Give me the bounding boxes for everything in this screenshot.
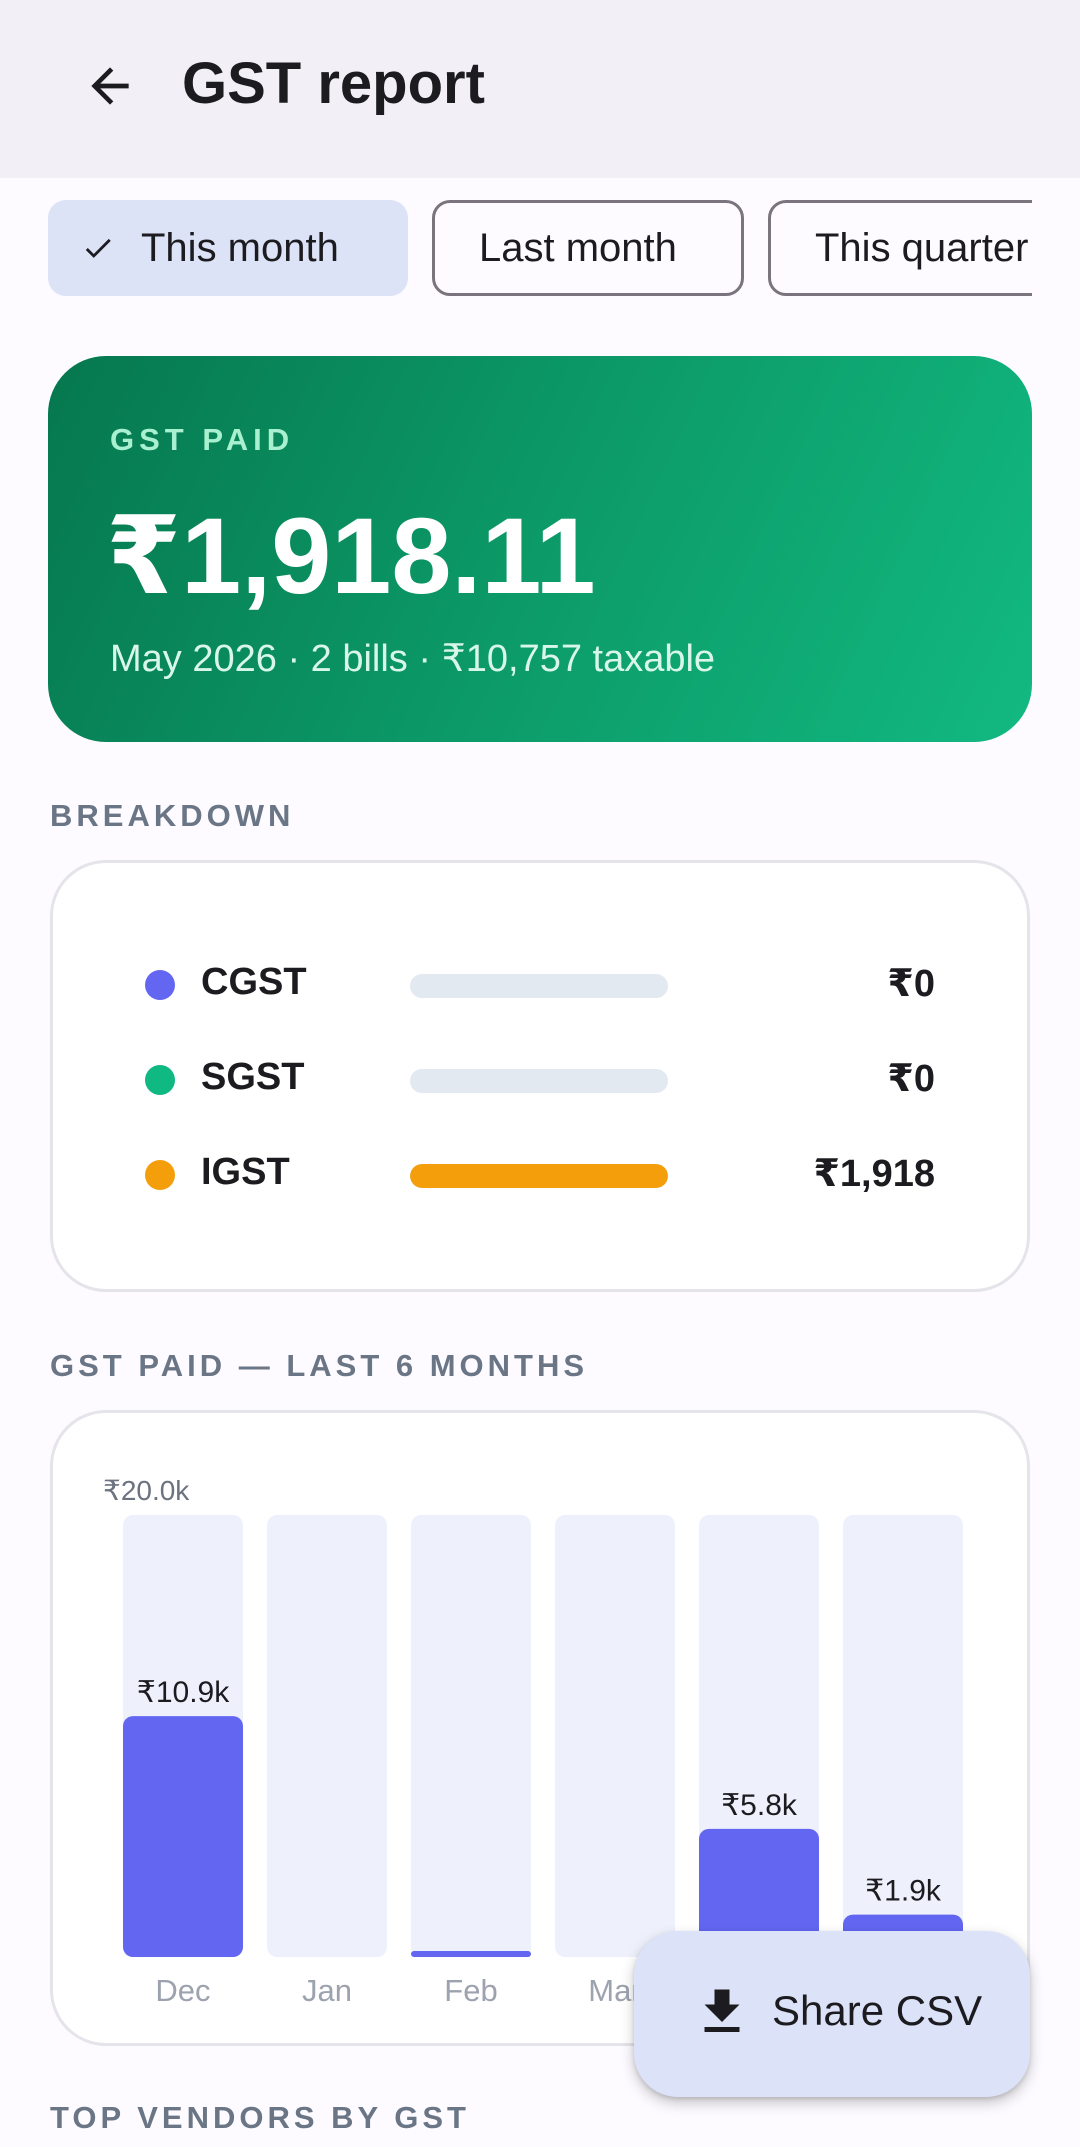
back-button[interactable] xyxy=(62,38,158,134)
bar-feb[interactable] xyxy=(411,1951,531,1957)
download-icon xyxy=(692,1982,752,2047)
app-bar: GST report xyxy=(0,0,1080,178)
breakdown-row-sgst: SGST ₹0 xyxy=(53,1050,1027,1110)
share-csv-button[interactable]: Share CSV xyxy=(634,1931,1030,2097)
top-vendors-section-label: TOP VENDORS BY GST xyxy=(50,2100,470,2135)
breakdown-name: CGST xyxy=(201,961,307,1003)
page-title: GST report xyxy=(182,51,485,116)
gst-paid-card: GST PAID ₹1,918.11 May 2026 · 2 bills · … xyxy=(48,356,1032,742)
y-axis-max-label: ₹20.0k xyxy=(103,1475,190,1506)
check-icon xyxy=(81,231,115,265)
breakdown-bar-track xyxy=(410,1164,668,1188)
breakdown-row-cgst: CGST ₹0 xyxy=(53,955,1027,1015)
breakdown-section-label: BREAKDOWN xyxy=(50,798,295,833)
breakdown-bar-fill xyxy=(410,1164,668,1188)
breakdown-bar-track xyxy=(410,1069,668,1093)
bar-value-label-apr: ₹5.8k xyxy=(721,1789,798,1822)
chart-section-label: GST PAID — LAST 6 MONTHS xyxy=(50,1348,589,1383)
igst-color-dot xyxy=(145,1160,175,1190)
bar-track-mar xyxy=(555,1515,675,1957)
x-tick-label-feb: Feb xyxy=(444,1973,497,2008)
gst-paid-label: GST PAID xyxy=(110,422,295,457)
period-filter-chips: This month Last month This quarter xyxy=(48,200,1032,300)
breakdown-value: ₹0 xyxy=(887,1058,935,1100)
chip-label: This month xyxy=(141,225,339,270)
breakdown-name: SGST xyxy=(201,1056,305,1098)
bar-dec[interactable] xyxy=(123,1716,243,1957)
bar-value-label-may: ₹1.9k xyxy=(865,1875,942,1908)
chip-label: Last month xyxy=(479,225,677,270)
breakdown-value: ₹1,918 xyxy=(813,1153,935,1195)
x-tick-label-jan: Jan xyxy=(302,1973,352,2008)
chip-last-month[interactable]: Last month xyxy=(432,200,744,296)
breakdown-bar-track xyxy=(410,974,668,998)
arrow-left-icon xyxy=(91,67,129,105)
x-tick-label-dec: Dec xyxy=(155,1973,210,2008)
breakdown-row-igst: IGST ₹1,918 xyxy=(53,1145,1027,1205)
chip-label: This quarter xyxy=(815,225,1029,270)
sgst-color-dot xyxy=(145,1065,175,1095)
bar-track-jan xyxy=(267,1515,387,1957)
gst-paid-amount: ₹1,918.11 xyxy=(106,495,596,616)
breakdown-name: IGST xyxy=(201,1151,290,1193)
chip-this-month[interactable]: This month xyxy=(48,200,408,296)
breakdown-value: ₹0 xyxy=(887,963,935,1005)
share-csv-label: Share CSV xyxy=(772,1987,983,2034)
bar-value-label-dec: ₹10.9k xyxy=(137,1676,230,1709)
gst-paid-subtitle: May 2026 · 2 bills · ₹10,757 taxable xyxy=(110,638,716,680)
bar-track-feb xyxy=(411,1515,531,1957)
chip-this-quarter[interactable]: This quarter xyxy=(768,200,1032,296)
cgst-color-dot xyxy=(145,970,175,1000)
breakdown-card: CGST ₹0 SGST ₹0 IGST ₹1,918 xyxy=(50,860,1030,1292)
